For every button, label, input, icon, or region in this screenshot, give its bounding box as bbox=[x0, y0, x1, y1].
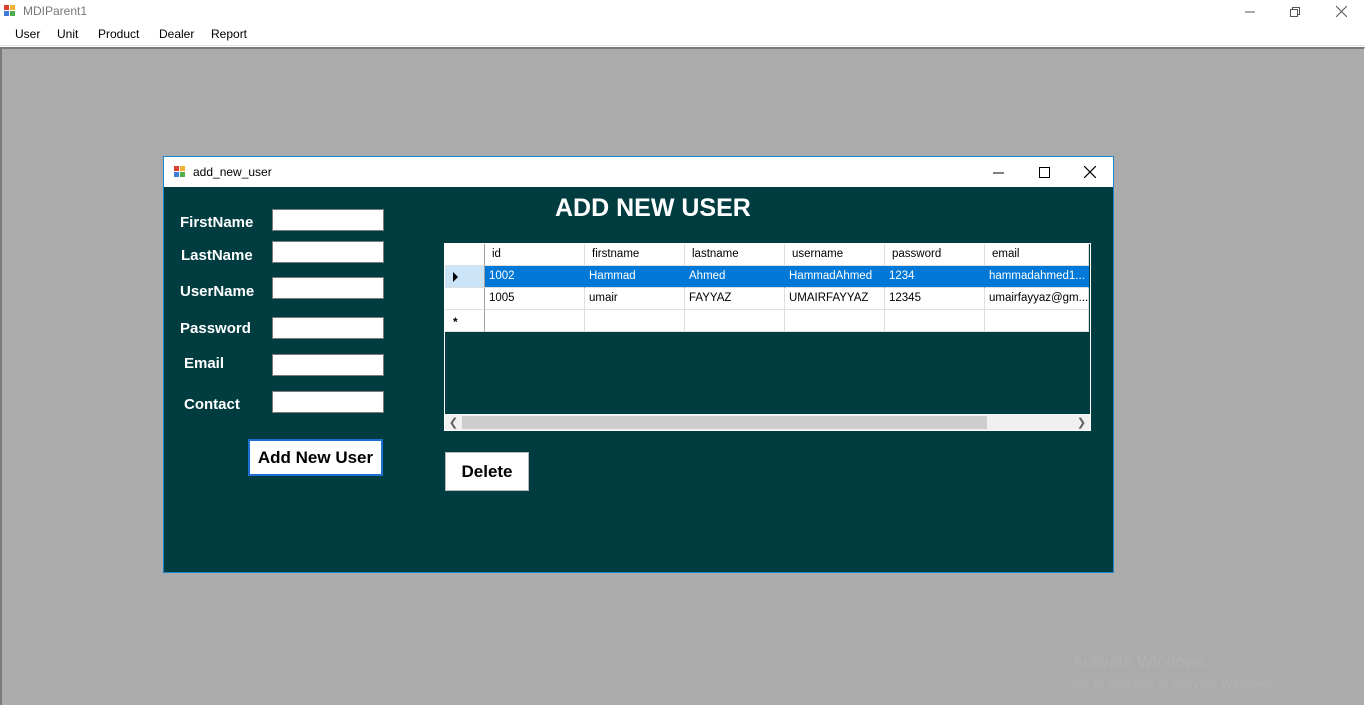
close-button[interactable] bbox=[1318, 0, 1364, 23]
window-title: MDIParent1 bbox=[23, 4, 88, 18]
app-icon bbox=[4, 5, 15, 16]
cell-lastname[interactable]: FAYYAZ bbox=[685, 288, 785, 310]
child-close-button[interactable] bbox=[1067, 157, 1113, 187]
page-title: ADD NEW USER bbox=[555, 194, 751, 222]
cell-id[interactable] bbox=[485, 310, 585, 332]
parent-titlebar: MDIParent1 bbox=[0, 0, 1365, 23]
cell-firstname[interactable]: Hammad bbox=[585, 266, 685, 288]
cell-id[interactable]: 1002 bbox=[485, 266, 585, 288]
cell-password[interactable]: 1234 bbox=[885, 266, 985, 288]
maximize-icon bbox=[1038, 166, 1050, 178]
username-label: UserName bbox=[180, 283, 255, 300]
column-header-email[interactable]: email bbox=[985, 244, 1089, 266]
column-header-username[interactable]: username bbox=[785, 244, 885, 266]
close-icon bbox=[1335, 6, 1347, 17]
child-minimize-button[interactable] bbox=[975, 157, 1021, 187]
add-new-user-form: add_new_user FirstName LastName UserName… bbox=[163, 156, 1114, 573]
child-titlebar: add_new_user bbox=[164, 157, 1113, 187]
grid-header-row: id firstname lastname username password … bbox=[445, 244, 1089, 266]
table-row[interactable]: 1005 umair FAYYAZ UMAIRFAYYAZ 12345 umai… bbox=[445, 288, 1089, 310]
minimize-button[interactable] bbox=[1227, 0, 1273, 23]
new-row-marker: * bbox=[453, 315, 458, 329]
firstname-field[interactable] bbox=[272, 209, 384, 231]
password-field[interactable] bbox=[272, 317, 384, 339]
lastname-field[interactable] bbox=[272, 241, 384, 263]
menu-user[interactable]: User bbox=[15, 27, 40, 41]
child-maximize-button[interactable] bbox=[1021, 157, 1067, 187]
cell-firstname[interactable] bbox=[585, 310, 685, 332]
password-label: Password bbox=[180, 320, 251, 337]
activation-watermark-title: Activate Windows bbox=[1072, 652, 1207, 671]
current-row-arrow-icon bbox=[453, 272, 458, 282]
cell-password[interactable] bbox=[885, 310, 985, 332]
grid-corner-header bbox=[445, 244, 485, 266]
cell-username[interactable]: HammadAhmed bbox=[785, 266, 885, 288]
users-data-grid[interactable]: id firstname lastname username password … bbox=[444, 243, 1091, 431]
cell-id[interactable]: 1005 bbox=[485, 288, 585, 310]
lastname-label: LastName bbox=[181, 247, 253, 264]
scroll-left-icon[interactable]: ❮ bbox=[445, 414, 462, 430]
restore-button[interactable] bbox=[1272, 0, 1318, 23]
close-icon bbox=[1084, 166, 1096, 178]
menu-product[interactable]: Product bbox=[98, 27, 139, 41]
scrollbar-thumb[interactable] bbox=[462, 416, 987, 429]
cell-email[interactable]: umairfayyaz@gm... bbox=[985, 288, 1089, 310]
username-field[interactable] bbox=[272, 277, 384, 299]
email-label: Email bbox=[184, 355, 225, 372]
horizontal-scrollbar[interactable]: ❮ ❯ bbox=[445, 414, 1090, 430]
row-header[interactable] bbox=[445, 266, 485, 288]
cell-lastname[interactable]: Ahmed bbox=[685, 266, 785, 288]
firstname-label: FirstName bbox=[180, 214, 254, 231]
cell-username[interactable]: UMAIRFAYYAZ bbox=[785, 288, 885, 310]
cell-email[interactable]: hammadahmed1... bbox=[985, 266, 1089, 288]
column-header-password[interactable]: password bbox=[885, 244, 985, 266]
row-header[interactable]: * bbox=[445, 310, 485, 332]
restore-icon bbox=[1290, 6, 1300, 17]
contact-label: Contact bbox=[184, 396, 240, 413]
cell-password[interactable]: 12345 bbox=[885, 288, 985, 310]
menu-report[interactable]: Report bbox=[211, 27, 247, 41]
column-header-lastname[interactable]: lastname bbox=[685, 244, 785, 266]
minimize-icon bbox=[992, 172, 1004, 173]
new-row[interactable]: * bbox=[445, 310, 1089, 332]
cell-lastname[interactable] bbox=[685, 310, 785, 332]
table-row[interactable]: 1002 Hammad Ahmed HammadAhmed 1234 hamma… bbox=[445, 266, 1089, 288]
email-field[interactable] bbox=[272, 354, 384, 376]
menu-unit[interactable]: Unit bbox=[57, 27, 78, 41]
menu-dealer[interactable]: Dealer bbox=[159, 27, 194, 41]
cell-email[interactable] bbox=[985, 310, 1089, 332]
menu-bar: User Unit Product Dealer Report bbox=[0, 23, 1365, 46]
contact-field[interactable] bbox=[272, 391, 384, 413]
child-window-title: add_new_user bbox=[193, 165, 272, 179]
form-icon bbox=[174, 166, 185, 177]
column-header-id[interactable]: id bbox=[485, 244, 585, 266]
delete-button[interactable]: Delete bbox=[445, 452, 529, 491]
cell-firstname[interactable]: umair bbox=[585, 288, 685, 310]
cell-username[interactable] bbox=[785, 310, 885, 332]
activation-watermark-subtitle: Go to Settings to activate Windows. bbox=[1072, 676, 1278, 691]
column-header-firstname[interactable]: firstname bbox=[585, 244, 685, 266]
scroll-right-icon[interactable]: ❯ bbox=[1073, 414, 1090, 430]
row-header[interactable] bbox=[445, 288, 485, 310]
minimize-icon bbox=[1245, 11, 1255, 12]
add-new-user-button[interactable]: Add New User bbox=[248, 439, 383, 476]
